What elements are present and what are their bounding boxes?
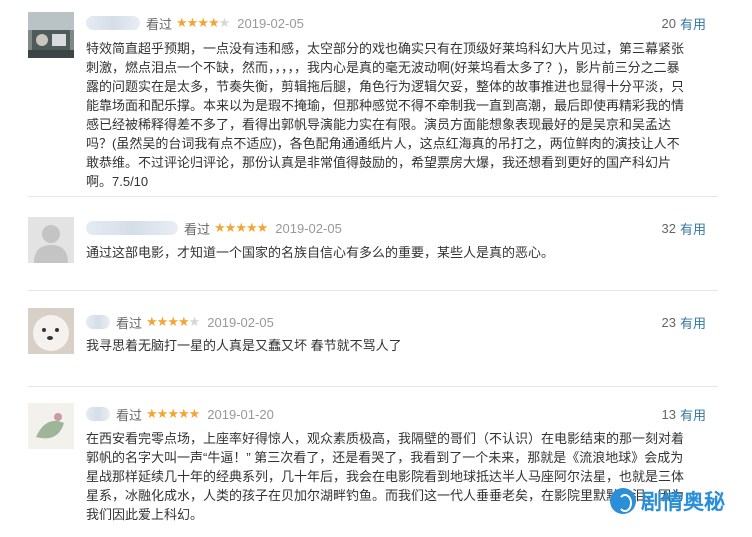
avatar[interactable] xyxy=(28,217,74,263)
vote-count: 23 xyxy=(661,314,676,330)
avatar[interactable] xyxy=(28,403,74,449)
review-text: 我寻思着无脑打一星的人真是又蠢又坏 春节就不骂人了 xyxy=(86,338,402,353)
username[interactable] xyxy=(86,221,178,235)
watch-status: 看过 xyxy=(184,221,211,237)
review-text: 特效简直超乎预期，一点没有违和感，太空部分的戏也确实只有在顶级好莱坞科幻大片见过… xyxy=(86,41,685,189)
review-meta: 看过 ★★★★★ 2019-02-05 xyxy=(86,313,274,331)
username[interactable] xyxy=(86,16,140,30)
watermark-logo: 剧情奥秘 xyxy=(610,486,725,516)
review-meta: 看过 ★★★★★ 2019-02-05 xyxy=(86,14,304,32)
vote-count: 13 xyxy=(661,406,676,422)
username[interactable] xyxy=(86,315,110,329)
useful-button[interactable]: 有用 xyxy=(680,14,706,33)
vote-count: 20 xyxy=(661,15,676,31)
avatar[interactable] xyxy=(28,308,74,354)
review-text: 通过这部电影，才知道一个国家的名族自信心有多么的重要，某些人是真的恶心。 xyxy=(86,245,555,260)
review-date: 2019-01-20 xyxy=(207,406,274,422)
watermark-icon xyxy=(610,488,636,514)
vote-area: 32 有用 xyxy=(662,219,706,237)
review-meta: 看过 ★★★★★ 2019-02-05 xyxy=(86,219,342,237)
useful-button[interactable]: 有用 xyxy=(680,219,706,238)
rating-stars: ★★★★★ xyxy=(146,406,200,421)
divider xyxy=(28,196,718,197)
watch-status: 看过 xyxy=(146,16,173,32)
username[interactable] xyxy=(86,407,110,421)
watch-status: 看过 xyxy=(116,315,143,331)
review-date: 2019-02-05 xyxy=(237,15,304,31)
rating-stars: ★★★★★ xyxy=(214,220,268,235)
rating-stars: ★★★★★ xyxy=(176,15,230,30)
review-date: 2019-02-05 xyxy=(275,220,342,236)
review-text: 在西安看完零点场，上座率好得惊人，观众素质极高，我隔壁的哥们（不认识）在电影结束… xyxy=(86,431,685,522)
useful-button[interactable]: 有用 xyxy=(680,313,706,332)
divider xyxy=(28,290,718,291)
vote-area: 23 有用 xyxy=(662,313,706,331)
useful-button[interactable]: 有用 xyxy=(680,405,706,424)
watermark-text: 剧情奥秘 xyxy=(641,491,725,514)
divider xyxy=(28,386,718,387)
review-date: 2019-02-05 xyxy=(207,314,274,330)
review-meta: 看过 ★★★★★ 2019-01-20 xyxy=(86,405,274,423)
avatar[interactable] xyxy=(28,12,74,58)
vote-count: 32 xyxy=(661,220,676,236)
vote-area: 13 有用 xyxy=(662,405,706,423)
vote-area: 20 有用 xyxy=(662,14,706,32)
rating-stars: ★★★★★ xyxy=(146,314,200,329)
watch-status: 看过 xyxy=(116,407,143,423)
